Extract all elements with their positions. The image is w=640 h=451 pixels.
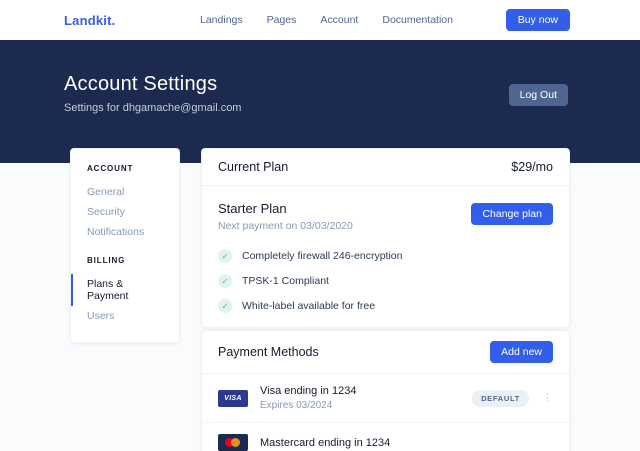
list-item: ✓ White-label available for free — [218, 299, 553, 313]
sidebar-heading-billing: BILLING — [71, 256, 179, 265]
payment-methods-card: Payment Methods Add new VISA Visa ending… — [201, 330, 570, 451]
check-icon: ✓ — [218, 274, 232, 288]
status-badge: DEFAULT — [472, 390, 529, 407]
list-item: ✓ TPSK-1 Compliant — [218, 274, 553, 288]
page: Landkit. Landings Pages Account Document… — [0, 0, 640, 451]
nav-link-pages[interactable]: Pages — [267, 14, 297, 26]
mastercard-card-icon — [218, 434, 248, 451]
add-new-button[interactable]: Add new — [490, 341, 553, 363]
list-item: ✓ Completely firewall 246-encryption — [218, 249, 553, 263]
nav-links: Landings Pages Account Documentation — [200, 0, 453, 40]
plan-summary: Starter Plan Next payment on 03/03/2020 — [218, 201, 353, 232]
card-info: Mastercard ending in 1234 — [260, 437, 553, 449]
current-plan-body: Starter Plan Next payment on 03/03/2020 … — [202, 186, 569, 327]
sidebar-item-security[interactable]: Security — [71, 202, 179, 222]
change-plan-button[interactable]: Change plan — [471, 203, 553, 225]
kebab-menu-icon[interactable]: ⋮ — [542, 393, 553, 404]
page-subtitle: Settings for dhgamache@gmail.com — [64, 102, 241, 114]
log-out-button[interactable]: Log Out — [509, 84, 568, 106]
feature-text: TPSK-1 Compliant — [242, 275, 329, 287]
sidebar-item-users[interactable]: Users — [71, 306, 179, 326]
card-expiry: Expires 03/2024 — [260, 400, 472, 411]
feature-text: Completely firewall 246-encryption — [242, 250, 403, 262]
table-row: VISA Visa ending in 1234 Expires 03/2024… — [202, 374, 569, 422]
sidebar-item-general[interactable]: General — [71, 182, 179, 202]
card-name: Visa ending in 1234 — [260, 385, 472, 397]
current-plan-header: Current Plan $29/mo — [202, 149, 569, 186]
nav-link-documentation[interactable]: Documentation — [382, 14, 453, 26]
brand-logo[interactable]: Landkit. — [64, 13, 115, 28]
settings-sidebar: ACCOUNT General Security Notifications B… — [70, 148, 180, 343]
check-icon: ✓ — [218, 299, 232, 313]
current-plan-price: $29/mo — [511, 160, 553, 174]
sidebar-divider — [71, 242, 179, 256]
table-row: Mastercard ending in 1234 — [202, 422, 569, 451]
plan-features-list: ✓ Completely firewall 246-encryption ✓ T… — [218, 249, 553, 313]
current-plan-title: Current Plan — [218, 160, 288, 174]
payment-methods-title: Payment Methods — [218, 345, 319, 359]
visa-card-icon: VISA — [218, 390, 248, 407]
current-plan-card: Current Plan $29/mo Starter Plan Next pa… — [201, 148, 570, 328]
payment-methods-header: Payment Methods Add new — [202, 331, 569, 374]
sidebar-item-plans-payment[interactable]: Plans & Payment — [71, 274, 179, 306]
card-name: Mastercard ending in 1234 — [260, 437, 553, 449]
page-title: Account Settings — [64, 73, 217, 96]
hero-banner: Account Settings Settings for dhgamache@… — [0, 40, 640, 163]
feature-text: White-label available for free — [242, 300, 375, 312]
buy-now-button[interactable]: Buy now — [506, 9, 570, 31]
sidebar-item-notifications[interactable]: Notifications — [71, 222, 179, 242]
check-icon: ✓ — [218, 249, 232, 263]
sidebar-heading-account: ACCOUNT — [71, 164, 179, 173]
card-info: Visa ending in 1234 Expires 03/2024 — [260, 385, 472, 411]
next-payment-text: Next payment on 03/03/2020 — [218, 220, 353, 232]
navbar: Landkit. Landings Pages Account Document… — [0, 0, 640, 40]
plan-name: Starter Plan — [218, 201, 353, 216]
nav-link-account[interactable]: Account — [320, 14, 358, 26]
plan-summary-row: Starter Plan Next payment on 03/03/2020 … — [218, 201, 553, 232]
nav-link-landings[interactable]: Landings — [200, 14, 243, 26]
